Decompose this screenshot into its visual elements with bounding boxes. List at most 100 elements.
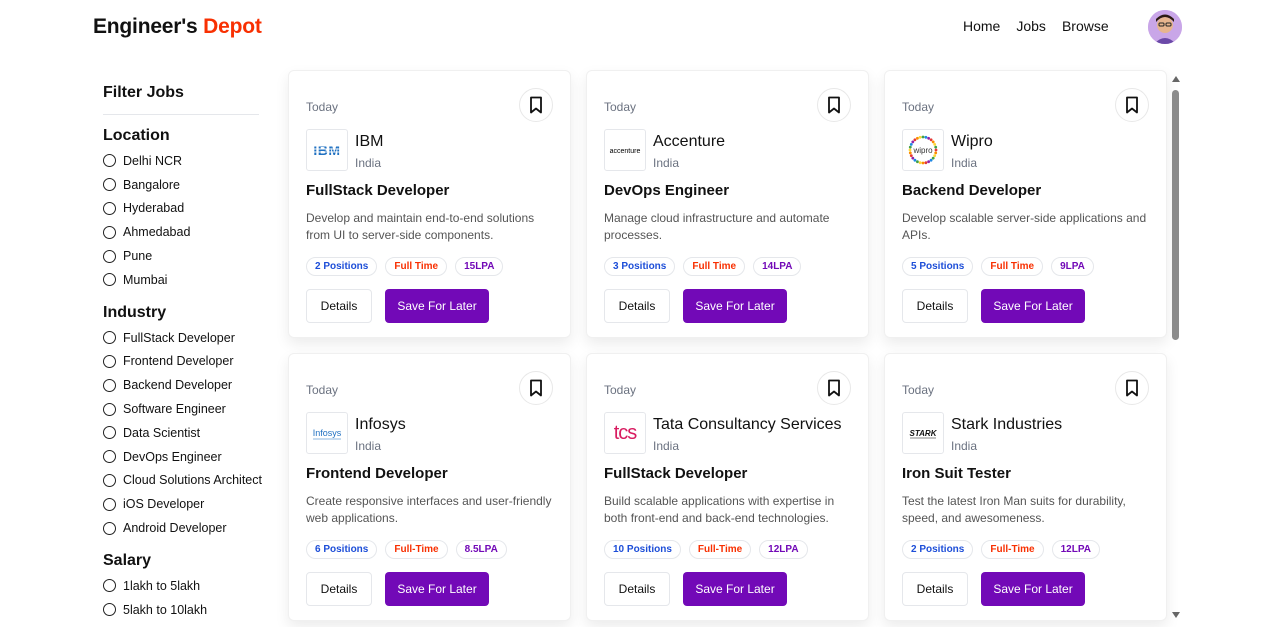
company-logo: Infosys xyxy=(306,412,348,454)
job-description: Develop and maintain end-to-end solution… xyxy=(306,211,535,242)
filter-option[interactable]: Bangalore xyxy=(103,173,263,197)
nav-link-home[interactable]: Home xyxy=(963,18,1000,34)
bookmark-icon[interactable] xyxy=(519,371,553,405)
radio-button[interactable] xyxy=(103,378,116,392)
filter-option-label: Mumbai xyxy=(123,272,168,287)
bookmark-icon[interactable] xyxy=(519,88,553,122)
filter-option[interactable]: 1lakh to 5lakh xyxy=(103,574,263,598)
company-logo: tcs xyxy=(604,412,646,454)
radio-button[interactable] xyxy=(103,473,116,487)
radio-button[interactable] xyxy=(103,497,116,511)
job-card[interactable]: Today wipro Wipro India Backend Developer Dev… xyxy=(884,70,1167,338)
salary-badge: 12LPA xyxy=(1051,540,1101,559)
svg-text:IBM: IBM xyxy=(313,142,340,158)
filter-option[interactable]: Pune xyxy=(103,244,263,268)
filter-option[interactable]: Data Scientist xyxy=(103,421,263,445)
radio-button[interactable] xyxy=(103,225,116,239)
svg-text:wipro: wipro xyxy=(912,146,933,155)
radio-button[interactable] xyxy=(103,426,116,440)
radio-button[interactable] xyxy=(103,273,116,287)
filter-option[interactable]: Cloud Solutions Architect xyxy=(103,469,263,493)
filter-option[interactable]: Mumbai xyxy=(103,268,263,292)
company-country: India xyxy=(951,439,978,453)
save-for-later-button[interactable]: Save For Later xyxy=(981,572,1085,606)
nav-link-browse[interactable]: Browse xyxy=(1062,18,1109,34)
avatar[interactable] xyxy=(1148,10,1182,44)
filter-option[interactable]: Backend Developer xyxy=(103,373,263,397)
filter-option-label: Android Developer xyxy=(123,521,227,536)
details-button[interactable]: Details xyxy=(604,572,670,606)
save-for-later-button[interactable]: Save For Later xyxy=(981,289,1085,323)
job-badges: 2 Positions Full Time 15LPA xyxy=(306,257,504,276)
job-card[interactable]: Today tcs Tata Consultancy Services India Fu… xyxy=(586,353,869,621)
scroll-thumb[interactable] xyxy=(1172,90,1179,340)
radio-button[interactable] xyxy=(103,450,116,464)
radio-button[interactable] xyxy=(103,249,116,263)
filter-option[interactable]: Software Engineer xyxy=(103,397,263,421)
filter-option-label: DevOps Engineer xyxy=(123,449,222,464)
save-for-later-button[interactable]: Save For Later xyxy=(385,289,489,323)
job-title: Iron Suit Tester xyxy=(902,465,1011,482)
salary-badge: 14LPA xyxy=(753,257,802,276)
save-for-later-button[interactable]: Save For Later xyxy=(683,572,787,606)
job-card[interactable]: Today Infosys Infosys India Frontend Develop… xyxy=(288,353,571,621)
radio-button[interactable] xyxy=(103,331,116,345)
company-logo: accenture xyxy=(604,129,646,171)
bookmark-icon[interactable] xyxy=(817,88,851,122)
svg-text:Infosys: Infosys xyxy=(313,428,342,438)
company-logo: wipro xyxy=(902,129,944,171)
filter-option[interactable]: Ahmedabad xyxy=(103,220,263,244)
filter-group-title: Salary xyxy=(103,551,152,569)
posted-date: Today xyxy=(604,383,637,397)
details-button[interactable]: Details xyxy=(902,572,968,606)
scroll-up-arrow-icon[interactable] xyxy=(1172,76,1180,82)
details-button[interactable]: Details xyxy=(902,289,968,323)
filter-option[interactable]: 5lakh to 10lakh xyxy=(103,598,263,622)
job-card[interactable]: Today accenture Accenture India DevOps Engin… xyxy=(586,70,869,338)
scrollbar[interactable] xyxy=(1170,74,1182,624)
filter-option[interactable]: DevOps Engineer xyxy=(103,445,263,469)
bookmark-icon[interactable] xyxy=(817,371,851,405)
radio-button[interactable] xyxy=(103,354,116,368)
filter-option[interactable]: Hyderabad xyxy=(103,197,263,221)
radio-button[interactable] xyxy=(103,579,116,593)
job-badges: 2 Positions Full-Time 12LPA xyxy=(902,540,1101,559)
salary-badge: 15LPA xyxy=(455,257,504,276)
job-card[interactable]: Today STARK Stark Industries India Iron Suit… xyxy=(884,353,1167,621)
filter-option-label: Cloud Solutions Architect xyxy=(123,473,262,488)
radio-button[interactable] xyxy=(103,521,116,535)
save-for-later-button[interactable]: Save For Later xyxy=(683,289,787,323)
filter-option-label: Frontend Developer xyxy=(123,354,234,369)
radio-button[interactable] xyxy=(103,178,116,192)
brand-logo[interactable]: Engineer's Depot xyxy=(93,15,262,39)
details-button[interactable]: Details xyxy=(306,572,372,606)
filter-option[interactable]: iOS Developer xyxy=(103,492,263,516)
filter-option-label: Pune xyxy=(123,249,153,264)
filter-option-label: Ahmedabad xyxy=(123,225,191,240)
company-name: Infosys xyxy=(355,416,406,433)
positions-badge: 10 Positions xyxy=(604,540,681,559)
details-button[interactable]: Details xyxy=(306,289,372,323)
radio-button[interactable] xyxy=(103,603,116,617)
filter-option[interactable]: Android Developer xyxy=(103,516,263,540)
bookmark-icon[interactable] xyxy=(1115,88,1149,122)
company-country: India xyxy=(355,439,382,453)
filter-option[interactable]: FullStack Developer xyxy=(103,326,263,350)
bookmark-icon[interactable] xyxy=(1115,371,1149,405)
posted-date: Today xyxy=(902,383,935,397)
radio-button[interactable] xyxy=(103,201,116,215)
job-card[interactable]: Today IBM IBM India FullStack Developer Devel… xyxy=(288,70,571,338)
salary-badge: 9LPA xyxy=(1051,257,1094,276)
filter-option-label: 1lakh to 5lakh xyxy=(123,578,201,593)
radio-button[interactable] xyxy=(103,154,116,168)
job-title: FullStack Developer xyxy=(604,465,748,482)
radio-button[interactable] xyxy=(103,402,116,416)
nav-link-jobs[interactable]: Jobs xyxy=(1016,18,1046,34)
save-for-later-button[interactable]: Save For Later xyxy=(385,572,489,606)
scroll-down-arrow-icon[interactable] xyxy=(1172,612,1180,618)
company-name: Wipro xyxy=(951,133,993,150)
filter-option[interactable]: Delhi NCR xyxy=(103,149,263,173)
svg-text:tcs: tcs xyxy=(614,422,638,444)
filter-option[interactable]: Frontend Developer xyxy=(103,350,263,374)
details-button[interactable]: Details xyxy=(604,289,670,323)
